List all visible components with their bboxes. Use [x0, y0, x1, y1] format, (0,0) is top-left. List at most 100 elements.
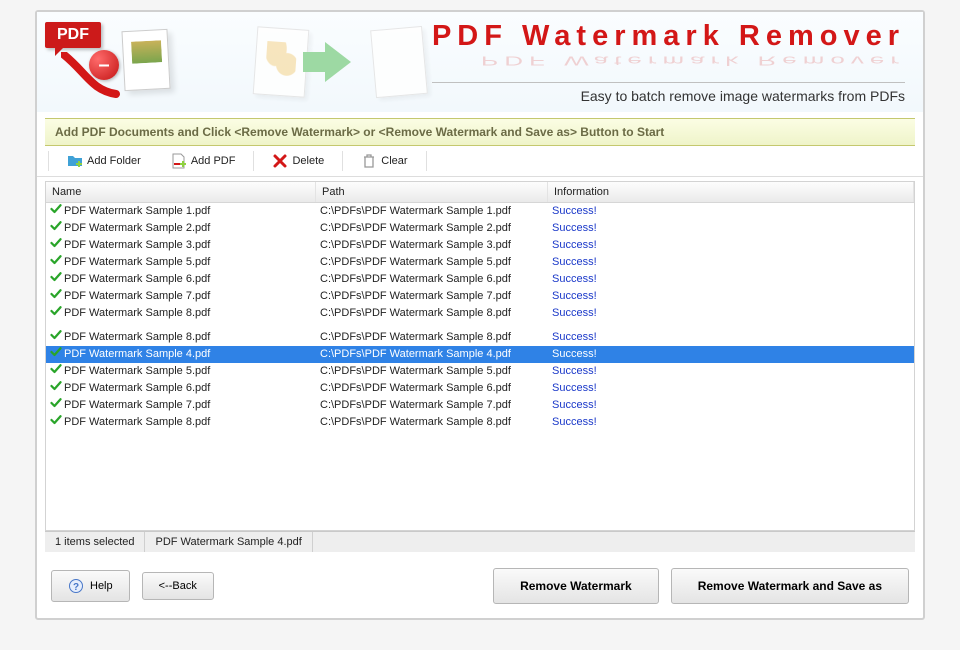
app-window: PDF – PDF Watermark Remover PDF Watermar…: [35, 10, 925, 620]
minus-icon: –: [89, 50, 119, 80]
file-list-header: Name Path Information: [46, 182, 914, 203]
table-row[interactable]: PDF Watermark Sample 7.pdfC:\PDFs\PDF Wa…: [46, 397, 914, 414]
cell-path: C:\PDFs\PDF Watermark Sample 5.pdf: [316, 364, 548, 379]
cell-info: Success!: [548, 398, 914, 413]
cell-name: PDF Watermark Sample 5.pdf: [64, 255, 210, 270]
add-folder-label: Add Folder: [87, 155, 141, 167]
add-pdf-label: Add PDF: [191, 155, 236, 167]
app-subtitle: Easy to batch remove image watermarks fr…: [432, 82, 905, 104]
cell-info: Success!: [548, 221, 914, 236]
status-bar: 1 items selected PDF Watermark Sample 4.…: [45, 531, 915, 552]
help-icon: ?: [68, 578, 84, 594]
cell-path: C:\PDFs\PDF Watermark Sample 7.pdf: [316, 289, 548, 304]
table-row[interactable]: PDF Watermark Sample 7.pdf C:\PDFs\PDF Wa…: [46, 288, 914, 305]
instruction-bar: Add PDF Documents and Click <Remove Wate…: [45, 118, 915, 146]
cell-name: PDF Watermark Sample 6.pdf: [64, 272, 210, 287]
delete-label: Delete: [292, 155, 324, 167]
cell-name: PDF Watermark Sample 8.pdf: [64, 415, 210, 430]
checkmark-icon: [50, 346, 62, 358]
cell-info: Success!: [548, 364, 914, 379]
table-row[interactable]: PDF Watermark Sample 5.pdf C:\PDFs\PDF Wa…: [46, 254, 914, 271]
remove-watermark-save-label: Remove Watermark and Save as: [698, 579, 882, 593]
toolbar: Add Folder Add PDF Delete Clear: [37, 146, 923, 177]
help-button[interactable]: ? Help: [51, 570, 130, 602]
pdf-badge-icon: PDF: [45, 22, 101, 48]
cell-name: PDF Watermark Sample 6.pdf: [64, 381, 210, 396]
cell-info: Success!: [548, 415, 914, 430]
checkmark-icon: [50, 254, 62, 266]
cell-path: C:\PDFs\PDF Watermark Sample 6.pdf: [316, 272, 548, 287]
cell-info: Success!: [548, 238, 914, 253]
banner-title-block: PDF Watermark Remover PDF Watermark Remo…: [432, 20, 905, 104]
cell-info: Success!: [548, 381, 914, 396]
cell-path: C:\PDFs\PDF Watermark Sample 8.pdf: [316, 330, 548, 345]
back-label: <--Back: [159, 580, 197, 592]
cell-info: Success!: [548, 255, 914, 270]
clean-doc-icon: [370, 26, 428, 98]
cell-path: C:\PDFs\PDF Watermark Sample 8.pdf: [316, 306, 548, 321]
clear-trash-icon: [361, 153, 377, 169]
table-row[interactable]: PDF Watermark Sample 3.pdf C:\PDFs\PDF Wa…: [46, 237, 914, 254]
table-row[interactable]: PDF Watermark Sample 8.pdf C:\PDFs\PDF Wa…: [46, 329, 914, 346]
status-selection-count: 1 items selected: [45, 532, 145, 552]
cell-name: PDF Watermark Sample 5.pdf: [64, 364, 210, 379]
cell-path: C:\PDFs\PDF Watermark Sample 5.pdf: [316, 255, 548, 270]
table-row[interactable]: PDF Watermark Sample 1.pdf C:\PDFs\PDF Wa…: [46, 203, 914, 220]
checkmark-icon: [50, 220, 62, 232]
pdf-add-icon: [171, 153, 187, 169]
checkmark-icon: [50, 363, 62, 375]
banner: PDF – PDF Watermark Remover PDF Watermar…: [37, 12, 923, 112]
app-title: PDF Watermark Remover: [432, 20, 905, 53]
cell-path: C:\PDFs\PDF Watermark Sample 3.pdf: [316, 238, 548, 253]
cell-name: PDF Watermark Sample 8.pdf: [64, 306, 210, 321]
clear-button[interactable]: Clear: [346, 148, 422, 174]
col-header-info[interactable]: Information: [548, 182, 914, 202]
back-button[interactable]: <--Back: [142, 572, 214, 600]
checkmark-icon: [50, 305, 62, 317]
cell-path: C:\PDFs\PDF Watermark Sample 6.pdf: [316, 381, 548, 396]
checkmark-icon: [50, 397, 62, 409]
cell-name: PDF Watermark Sample 8.pdf: [64, 330, 210, 345]
arrow-right-icon: [325, 42, 351, 82]
cell-name: PDF Watermark Sample 4.pdf: [64, 347, 210, 362]
cell-name: PDF Watermark Sample 7.pdf: [64, 398, 210, 413]
cell-info: Success!: [548, 306, 914, 321]
add-pdf-button[interactable]: Add PDF: [156, 148, 251, 174]
table-row[interactable]: PDF Watermark Sample 5.pdf C:\PDFs\PDF Wa…: [46, 363, 914, 380]
cell-path: C:\PDFs\PDF Watermark Sample 8.pdf: [316, 415, 548, 430]
cell-path: C:\PDFs\PDF Watermark Sample 1.pdf: [316, 204, 548, 219]
checkmark-icon: [50, 380, 62, 392]
cell-info: Success!: [548, 289, 914, 304]
cell-name: PDF Watermark Sample 1.pdf: [64, 204, 210, 219]
folder-add-icon: [67, 153, 83, 169]
table-row[interactable]: PDF Watermark Sample 2.pdf C:\PDFs\PDF Wa…: [46, 220, 914, 237]
remove-watermark-label: Remove Watermark: [520, 579, 632, 593]
cell-info: Success!: [548, 272, 914, 287]
help-label: Help: [90, 580, 113, 592]
table-row[interactable]: PDF Watermark Sample 8.pdf C:\PDFs\PDF Wa…: [46, 414, 914, 431]
checkmark-icon: [50, 414, 62, 426]
cell-name: PDF Watermark Sample 7.pdf: [64, 289, 210, 304]
remove-watermark-save-button[interactable]: Remove Watermark and Save as: [671, 568, 909, 604]
cell-name: PDF Watermark Sample 2.pdf: [64, 221, 210, 236]
file-list: Name Path Information PDF Watermark Samp…: [45, 181, 915, 531]
table-row[interactable]: PDF Watermark Sample 8.pdf C:\PDFs\PDF Wa…: [46, 305, 914, 322]
svg-text:?: ?: [73, 582, 79, 593]
clear-label: Clear: [381, 155, 407, 167]
col-header-path[interactable]: Path: [316, 182, 548, 202]
add-folder-button[interactable]: Add Folder: [52, 148, 156, 174]
status-current-file: PDF Watermark Sample 4.pdf: [145, 532, 312, 552]
remove-watermark-button[interactable]: Remove Watermark: [493, 568, 659, 604]
checkmark-icon: [50, 329, 62, 341]
delete-button[interactable]: Delete: [257, 148, 339, 174]
col-header-name[interactable]: Name: [46, 182, 316, 202]
table-row[interactable]: PDF Watermark Sample 6.pdf C:\PDFs\PDF Wa…: [46, 271, 914, 288]
banner-logo: PDF –: [45, 22, 195, 102]
cell-path: C:\PDFs\PDF Watermark Sample 2.pdf: [316, 221, 548, 236]
cell-info: Success!: [548, 330, 914, 345]
table-row[interactable]: PDF Watermark Sample 6.pdf C:\PDFs\PDF Wa…: [46, 380, 914, 397]
delete-x-icon: [272, 153, 288, 169]
table-row[interactable]: PDF Watermark Sample 4.pdfC:\PDFs\PDF Wa…: [46, 346, 914, 363]
checkmark-icon: [50, 203, 62, 215]
cell-name: PDF Watermark Sample 3.pdf: [64, 238, 210, 253]
